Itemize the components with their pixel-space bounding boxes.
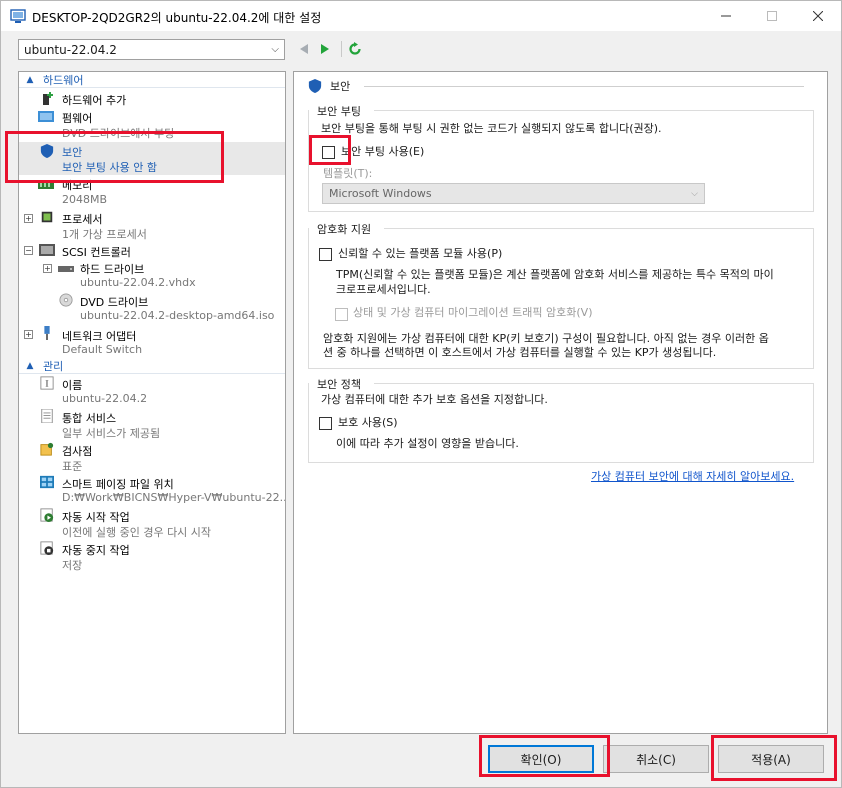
auto-start-icon <box>40 508 54 522</box>
maximize-icon <box>767 11 777 21</box>
tree-item-integration-services[interactable]: 통합 서비스 일부 서비스가 제공됨 <box>19 408 285 441</box>
migration-encryption-label[interactable]: 상태 및 가상 컴퓨터 마이그레이션 트래픽 암호화(V) <box>353 305 593 321</box>
firmware-icon <box>38 111 54 122</box>
close-button[interactable] <box>795 1 841 31</box>
tree-item-dvd-drive[interactable]: DVD 드라이브 ubuntu-22.04.2-desktop-amd64.is… <box>19 292 285 326</box>
highlight-ok-button <box>479 735 610 777</box>
minimize-icon <box>721 15 731 17</box>
policy-description: 가상 컴퓨터에 대한 추가 보호 옵션을 지정합니다. <box>321 393 548 406</box>
title-bar: DESKTOP-2QD2GR2의 ubuntu-22.04.2에 대한 설정 <box>1 1 841 31</box>
management-section-header[interactable]: ▲ 관리 <box>19 358 285 374</box>
highlight-secure-boot-checkbox <box>309 135 351 165</box>
back-button[interactable] <box>296 41 312 57</box>
auto-stop-icon <box>40 541 54 555</box>
tree-item-smart-paging[interactable]: 스마트 페이징 파일 위치 D:₩Work₩BICNS₩Hyper-V₩ubun… <box>19 474 285 507</box>
refresh-icon <box>349 42 361 55</box>
tree-item-add-hardware[interactable]: 하드웨어 추가 <box>19 90 285 108</box>
integration-services-icon <box>41 409 53 423</box>
toolbar-separator <box>341 41 342 57</box>
processor-icon <box>41 211 53 223</box>
network-adapter-icon <box>44 326 50 340</box>
play-icon <box>321 44 329 54</box>
expand-icon[interactable]: + <box>24 330 33 339</box>
tree-item-processor[interactable]: + 프로세서 1개 가상 프로세서 <box>19 209 285 242</box>
tree-item-auto-start[interactable]: 자동 시작 작업 이전에 실행 중인 경우 다시 시작 <box>19 507 285 540</box>
expand-icon[interactable]: + <box>24 214 33 223</box>
migration-encryption-checkbox[interactable] <box>335 308 348 321</box>
learn-more-link[interactable]: 가상 컴퓨터 보안에 대해 자세히 알아보세요. <box>591 468 794 484</box>
hard-drive-icon <box>58 266 74 272</box>
hardware-section-header[interactable]: ▲ 하드웨어 <box>19 72 285 88</box>
window-title: DESKTOP-2QD2GR2의 ubuntu-22.04.2에 대한 설정 <box>32 11 322 25</box>
collapse-icon: ▲ <box>26 361 34 371</box>
encryption-note-line2: 션 중 하나를 선택하면 이 호스트에서 가상 컴퓨터를 실행할 수 있는 KP… <box>323 346 717 359</box>
highlight-security-item <box>5 131 224 183</box>
checkpoint-icon <box>40 442 54 456</box>
smart-paging-icon <box>40 475 54 489</box>
shielding-checkbox-label[interactable]: 보호 사용(S) <box>338 415 398 431</box>
close-icon <box>813 11 823 21</box>
highlight-apply-button <box>711 735 837 781</box>
minimize-button[interactable] <box>703 1 749 31</box>
refresh-button[interactable] <box>347 41 363 57</box>
tpm-description-line1: TPM(신뢰할 수 있는 플랫폼 모듈)은 계산 플랫폼에 암호화 서비스를 제… <box>336 268 774 281</box>
expand-icon[interactable]: + <box>43 264 52 273</box>
cancel-button[interactable]: 취소(C) <box>603 745 709 773</box>
tree-item-network-adapter[interactable]: + 네트워크 어댑터 Default Switch <box>19 326 285 359</box>
hyperv-settings-icon <box>10 9 26 23</box>
shielding-checkbox[interactable] <box>319 417 332 430</box>
template-select[interactable]: Microsoft Windows ⌵ <box>322 183 705 204</box>
settings-window: DESKTOP-2QD2GR2의 ubuntu-22.04.2에 대한 설정 u… <box>0 0 842 788</box>
content-header: 보안 <box>308 78 350 94</box>
policy-note: 이에 따라 추가 설정이 영향을 받습니다. <box>336 437 519 450</box>
collapse-tree-icon[interactable]: − <box>24 246 33 255</box>
content-title: 보안 <box>330 80 351 93</box>
chevron-down-icon: ⌵ <box>271 44 279 55</box>
tpm-checkbox[interactable] <box>319 248 332 261</box>
scsi-controller-icon <box>39 244 55 256</box>
tpm-description-line2: 크로프로세서입니다. <box>336 283 431 296</box>
settings-content-pane: 보안 보안 부팅 보안 부팅을 통해 부팅 시 권한 없는 코드가 실행되지 않… <box>293 71 828 734</box>
template-label: 템플릿(T): <box>323 167 373 180</box>
tree-item-checkpoints[interactable]: 검사점 표준 <box>19 441 285 474</box>
svg-text:I: I <box>45 380 48 390</box>
tree-item-scsi-controller[interactable]: − SCSI 컨트롤러 <box>19 242 285 259</box>
tree-item-name[interactable]: I 이름 ubuntu-22.04.2 <box>19 375 285 408</box>
tree-item-auto-stop[interactable]: 자동 중지 작업 저장 <box>19 540 285 573</box>
secure-boot-checkbox-label[interactable]: 보안 부팅 사용(E) <box>341 144 424 160</box>
tree-item-hard-drive[interactable]: + 하드 드라이브 ubuntu-22.04.2.vhdx <box>19 259 285 292</box>
secure-boot-description: 보안 부팅을 통해 부팅 시 권한 없는 코드가 실행되지 않도록 합니다(권장… <box>321 122 662 135</box>
collapse-icon: ▲ <box>26 75 34 85</box>
maximize-button[interactable] <box>749 1 795 31</box>
name-icon: I <box>40 376 54 390</box>
dvd-icon <box>59 293 73 307</box>
vm-selector-value: ubuntu-22.04.2 <box>24 42 117 57</box>
tpm-checkbox-label[interactable]: 신뢰할 수 있는 플랫폼 모듈 사용(P) <box>338 246 502 262</box>
chevron-down-icon: ⌵ <box>691 188 698 199</box>
add-hardware-icon <box>43 92 53 105</box>
vm-selector[interactable]: ubuntu-22.04.2 ⌵ <box>18 39 285 60</box>
shield-icon <box>308 79 322 93</box>
back-arrow-icon <box>300 44 308 54</box>
start-button[interactable] <box>317 41 333 57</box>
